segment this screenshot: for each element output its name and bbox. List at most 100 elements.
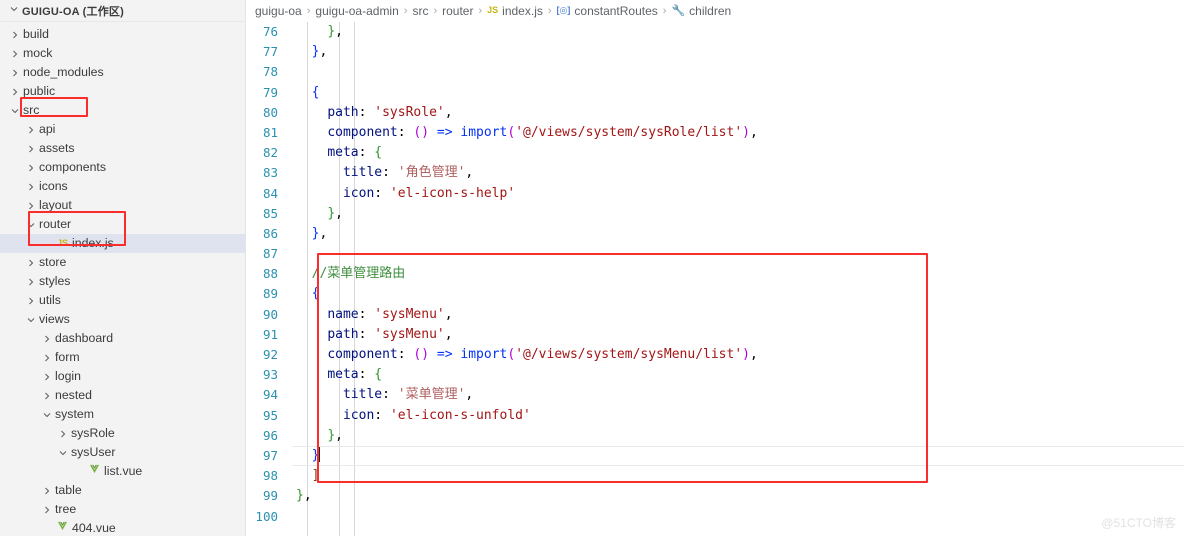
code-line-text[interactable] (292, 62, 1184, 82)
code-line[interactable]: 99}, (246, 486, 1184, 506)
code-line-text[interactable]: }, (292, 42, 1184, 62)
code-line-text[interactable]: { (292, 83, 1184, 103)
chevron-right-icon[interactable] (8, 87, 22, 97)
code-line-text[interactable]: }, (292, 426, 1184, 446)
tree-item-dashboard[interactable]: dashboard (0, 329, 245, 348)
code-line[interactable]: 78 (246, 62, 1184, 82)
tree-item-404-vue[interactable]: 404.vue (0, 519, 245, 536)
tree-item-login[interactable]: login (0, 367, 245, 386)
code-lines[interactable]: 76 }, 77 }, 78 79 {80 path: 'sysRole', 81 co… (246, 22, 1184, 527)
tree-item-tree[interactable]: tree (0, 500, 245, 519)
file-tree[interactable]: build mock node_modules public src api assets c… (0, 22, 245, 536)
chevron-down-icon[interactable] (40, 410, 54, 420)
code-line[interactable]: 92 component: () => import('@/views/syst… (246, 345, 1184, 365)
chevron-right-icon[interactable] (24, 125, 38, 135)
tree-item-src[interactable]: src (0, 101, 245, 120)
tree-item-index-js[interactable]: JS index.js (0, 234, 245, 253)
tree-item-router[interactable]: router (0, 215, 245, 234)
chevron-right-icon[interactable] (24, 258, 38, 268)
code-line-text[interactable]: }, (292, 486, 1184, 506)
code-line-text[interactable]: title: '菜单管理', (292, 385, 1184, 405)
code-line-text[interactable]: meta: { (292, 365, 1184, 385)
code-line[interactable]: 87 (246, 244, 1184, 264)
breadcrumb-item[interactable]: index.js (502, 4, 543, 18)
code-line[interactable]: 84 icon: 'el-icon-s-help' (246, 184, 1184, 204)
chevron-right-icon[interactable] (40, 334, 54, 344)
chevron-down-icon[interactable] (24, 220, 38, 230)
code-line[interactable]: 100 (246, 507, 1184, 527)
code-line[interactable]: 88 //菜单管理路由 (246, 264, 1184, 284)
code-line-text[interactable]: path: 'sysRole', (292, 103, 1184, 123)
code-line[interactable]: 94 title: '菜单管理', (246, 385, 1184, 405)
code-line-text[interactable]: }, (292, 224, 1184, 244)
chevron-right-icon[interactable] (24, 201, 38, 211)
chevron-right-icon[interactable] (24, 296, 38, 306)
chevron-right-icon[interactable] (40, 372, 54, 382)
code-line[interactable]: 96 }, (246, 426, 1184, 446)
code-line-text[interactable]: //菜单管理路由 (292, 264, 1184, 284)
code-line-text[interactable]: title: '角色管理', (292, 163, 1184, 183)
tree-item-public[interactable]: public (0, 82, 245, 101)
code-line-text[interactable]: ] (292, 466, 1184, 486)
code-line[interactable]: 85 }, (246, 204, 1184, 224)
chevron-down-icon[interactable] (8, 106, 22, 116)
tree-item-mock[interactable]: mock (0, 44, 245, 63)
code-line[interactable]: 79 { (246, 83, 1184, 103)
code-line-text[interactable]: { (292, 284, 1184, 304)
code-line[interactable]: 82 meta: { (246, 143, 1184, 163)
breadcrumb-item[interactable]: src (412, 4, 428, 18)
tree-item-form[interactable]: form (0, 348, 245, 367)
breadcrumb[interactable]: guigu-oa › guigu-oa-admin › src › router › JS ind… (246, 0, 1184, 22)
code-line-text[interactable]: component: () => import('@/views/system/… (292, 123, 1184, 143)
code-line-text[interactable]: meta: { (292, 143, 1184, 163)
tree-item-node-modules[interactable]: node_modules (0, 63, 245, 82)
tree-item-list-vue[interactable]: list.vue (0, 462, 245, 481)
chevron-right-icon[interactable] (24, 163, 38, 173)
tree-item-views[interactable]: views (0, 310, 245, 329)
tree-item-sysrole[interactable]: sysRole (0, 424, 245, 443)
chevron-down-icon[interactable] (56, 448, 70, 458)
chevron-right-icon[interactable] (56, 429, 70, 439)
tree-item-nested[interactable]: nested (0, 386, 245, 405)
breadcrumb-item[interactable]: constantRoutes (574, 4, 657, 18)
tree-item-utils[interactable]: utils (0, 291, 245, 310)
code-line[interactable]: 81 component: () => import('@/views/syst… (246, 123, 1184, 143)
code-line-text[interactable]: icon: 'el-icon-s-help' (292, 184, 1184, 204)
code-line[interactable]: 86 }, (246, 224, 1184, 244)
editor-pane[interactable]: guigu-oa › guigu-oa-admin › src › router › JS ind… (246, 0, 1184, 536)
code-line[interactable]: 89 { (246, 284, 1184, 304)
tree-item-system[interactable]: system (0, 405, 245, 424)
code-line[interactable]: 98 ] (246, 466, 1184, 486)
code-line-text[interactable]: }, (292, 204, 1184, 224)
code-line[interactable]: 76 }, (246, 22, 1184, 42)
code-line-text[interactable]: path: 'sysMenu', (292, 325, 1184, 345)
tree-item-layout[interactable]: layout (0, 196, 245, 215)
chevron-right-icon[interactable] (8, 49, 22, 59)
chevron-right-icon[interactable] (40, 486, 54, 496)
code-line[interactable]: 93 meta: { (246, 365, 1184, 385)
breadcrumb-item[interactable]: router (442, 4, 473, 18)
tree-item-api[interactable]: api (0, 120, 245, 139)
chevron-right-icon[interactable] (40, 353, 54, 363)
tree-item-store[interactable]: store (0, 253, 245, 272)
tree-item-styles[interactable]: styles (0, 272, 245, 291)
explorer-sidebar[interactable]: GUIGU-OA (工作区) build mock node_modules publ… (0, 0, 246, 536)
chevron-right-icon[interactable] (40, 505, 54, 515)
code-editor[interactable]: 76 }, 77 }, 78 79 {80 path: 'sysRole', 81 co… (246, 22, 1184, 536)
code-line[interactable]: 77 }, (246, 42, 1184, 62)
tree-item-icons[interactable]: icons (0, 177, 245, 196)
chevron-right-icon[interactable] (40, 391, 54, 401)
chevron-down-icon[interactable] (24, 315, 38, 325)
breadcrumb-item[interactable]: guigu-oa-admin (315, 4, 398, 18)
chevron-right-icon[interactable] (8, 68, 22, 78)
code-line-text[interactable]: }, (292, 22, 1184, 42)
code-line-text[interactable]: component: () => import('@/views/system/… (292, 345, 1184, 365)
tree-item-build[interactable]: build (0, 25, 245, 44)
code-line[interactable]: 95 icon: 'el-icon-s-unfold' (246, 406, 1184, 426)
tree-item-assets[interactable]: assets (0, 139, 245, 158)
chevron-right-icon[interactable] (24, 182, 38, 192)
code-line-text[interactable]: name: 'sysMenu', (292, 305, 1184, 325)
code-line-text[interactable]: } (292, 446, 1184, 466)
tree-item-components[interactable]: components (0, 158, 245, 177)
code-line-text[interactable] (292, 507, 1184, 527)
